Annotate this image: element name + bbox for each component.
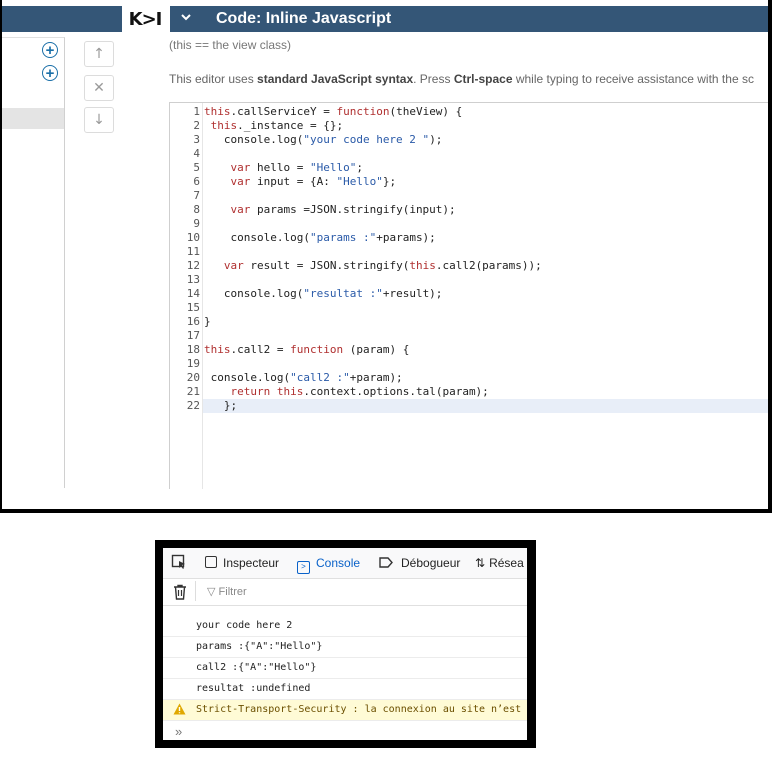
line-number: 15: [186, 301, 200, 314]
tab-label: Débogueur: [401, 556, 461, 570]
delete-button[interactable]: ✕: [84, 75, 114, 101]
code-line[interactable]: this.call2 = function (param) {: [204, 343, 409, 356]
code-line[interactable]: console.log("params :"+params);: [204, 231, 435, 244]
arrow-up-icon: ↑: [93, 46, 105, 62]
active-line-highlight: [203, 399, 768, 413]
variables-sidebar: + +: [2, 37, 65, 488]
devtools-tab-bar: Inspecteur > Console Débogueur ⇅ Résea: [163, 548, 527, 579]
line-number: 17: [186, 329, 200, 342]
code-line[interactable]: var params =JSON.stringify(input);: [204, 203, 456, 216]
pick-element-icon[interactable]: [171, 554, 187, 573]
filter-placeholder: Filtrer: [218, 586, 247, 598]
message-text: params :{"A":"Hello"}: [196, 641, 323, 652]
line-number: 5: [193, 161, 200, 174]
code-line[interactable]: }: [204, 315, 211, 328]
tab-label: Console: [316, 556, 361, 570]
devtools-panel: Inspecteur > Console Débogueur ⇅ Résea ▽ F…: [163, 548, 527, 740]
line-number-gutter: 1 2 3 4 5 6 7 8 9 10 11 12 13 14 15 16 17 18 19 20 21 22: [170, 103, 203, 489]
code-line[interactable]: var result = JSON.stringify(this.call2(p…: [204, 259, 542, 272]
line-number: 18: [186, 343, 200, 356]
devtools-screenshot: Inspecteur > Console Débogueur ⇅ Résea ▽ F…: [155, 540, 536, 748]
message-text: call2 :{"A":"Hello"}: [196, 662, 317, 673]
trash-icon[interactable]: [173, 584, 187, 605]
move-up-button[interactable]: ↑: [84, 41, 114, 67]
line-number: 8: [193, 203, 200, 216]
console-message: params :{"A":"Hello"}: [163, 637, 527, 658]
editor-subtitle: (this == the view class): [169, 38, 292, 52]
console-icon: >: [297, 561, 310, 574]
info-suffix: while typing to receive assistance with …: [512, 72, 754, 86]
tab-label: Inspecteur: [223, 556, 280, 570]
filter-icon: ▽: [207, 586, 216, 598]
info-mid: . Press: [413, 72, 454, 86]
inspector-icon: [205, 556, 217, 568]
plus-circle-icon[interactable]: +: [42, 65, 58, 81]
filter-input[interactable]: ▽ Filtrer: [207, 585, 247, 598]
code-line[interactable]: this._instance = {};: [204, 119, 343, 132]
line-number: 19: [186, 357, 200, 370]
code-line[interactable]: console.log("call2 :"+param);: [204, 371, 403, 384]
code-line[interactable]: console.log("resultat :"+result);: [204, 287, 443, 300]
message-text: your code here 2: [196, 620, 293, 631]
console-warning: Strict-Transport-Security : la connexion…: [163, 700, 527, 721]
left-header-bar: [2, 6, 122, 32]
console-message: resultat :undefined: [163, 679, 527, 700]
tab-debugger[interactable]: Débogueur: [379, 556, 460, 570]
line-number: 1: [193, 105, 200, 118]
line-number: 13: [186, 273, 200, 286]
arrow-down-icon: ↓: [93, 112, 105, 128]
tab-console[interactable]: > Console: [297, 556, 360, 574]
info-prefix: This editor uses: [169, 72, 258, 86]
network-icon: ⇅: [475, 556, 486, 570]
line-number: 10: [186, 231, 200, 244]
line-number: 22: [186, 399, 200, 412]
code-line[interactable]: console.log("your code here 2 ");: [204, 133, 443, 146]
code-line[interactable]: return this.context.options.tal(param);: [204, 385, 489, 398]
tab-network[interactable]: ⇅ Résea: [475, 556, 524, 570]
console-toolbar: ▽ Filtrer: [163, 579, 527, 606]
panel-title-bar[interactable]: Code: Inline Javascript: [170, 6, 768, 32]
tab-label: Résea: [489, 556, 524, 570]
app-logo: K>I: [122, 6, 168, 32]
editor-info-text: This editor uses standard JavaScript syn…: [169, 72, 754, 86]
info-key: Ctrl-space: [453, 72, 513, 86]
message-text: resultat :undefined: [196, 683, 311, 694]
info-syntax: standard JavaScript syntax: [257, 72, 414, 86]
code-line[interactable]: var hello = "Hello";: [204, 161, 363, 174]
line-number: 3: [193, 133, 200, 146]
warning-text: Strict-Transport-Security : la connexion…: [196, 704, 522, 715]
tab-inspector[interactable]: Inspecteur: [205, 556, 279, 570]
line-number: 14: [186, 287, 200, 300]
divider: [195, 581, 196, 601]
close-icon: ✕: [93, 80, 105, 96]
warning-icon: [173, 703, 186, 718]
line-number: 21: [186, 385, 200, 398]
line-number: 2: [193, 119, 200, 132]
line-number: 20: [186, 371, 200, 384]
line-number: 4: [193, 147, 200, 160]
code-line[interactable]: var input = {A: "Hello"};: [204, 175, 397, 188]
plus-circle-icon[interactable]: +: [42, 42, 58, 58]
line-number: 12: [186, 259, 200, 272]
line-number: 7: [193, 189, 200, 202]
console-prompt-icon[interactable]: »: [175, 724, 182, 739]
selected-list-item[interactable]: [2, 108, 64, 129]
move-down-button[interactable]: ↓: [84, 107, 114, 133]
panel-title: Code: Inline Javascript: [216, 10, 392, 27]
code-editor[interactable]: 1 2 3 4 5 6 7 8 9 10 11 12 13 14 15 16 17 18 19 20 21 22 this…: [169, 102, 768, 489]
code-line[interactable]: this.callServiceY = function(theView) {: [204, 105, 462, 118]
line-number: 11: [186, 245, 200, 258]
console-message: your code here 2: [163, 616, 527, 637]
line-number: 6: [193, 175, 200, 188]
chevron-down-icon[interactable]: [180, 10, 192, 26]
line-number: 16: [186, 315, 200, 328]
console-message: call2 :{"A":"Hello"}: [163, 658, 527, 679]
line-number: 9: [193, 217, 200, 230]
code-editor-panel: K>I Code: Inline Javascript + + ↑ ✕ ↓ (t…: [0, 0, 772, 513]
code-line[interactable]: };: [204, 399, 237, 412]
